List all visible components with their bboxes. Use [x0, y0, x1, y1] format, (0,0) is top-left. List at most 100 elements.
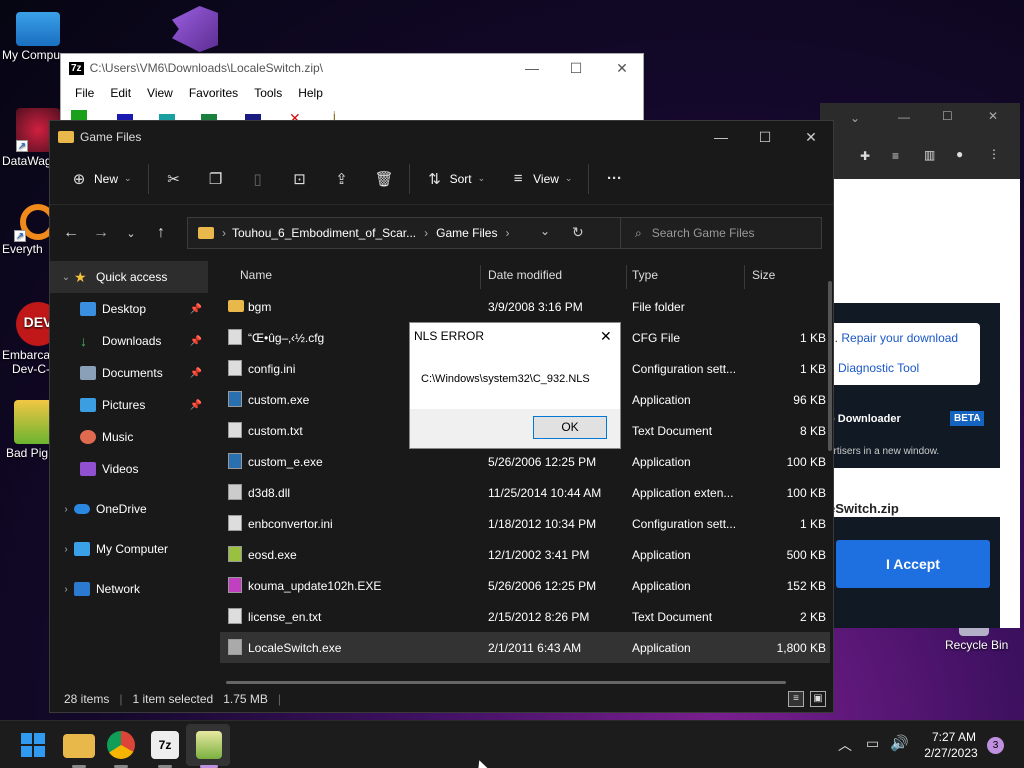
table-row[interactable]: custom_e.exe 5/26/2006 12:25 PM Applicatio… [220, 446, 830, 477]
recent-chevron-icon[interactable]: ⌄ [116, 227, 146, 240]
nav-label: OneDrive [96, 502, 147, 516]
close-icon[interactable]: ✕ [599, 54, 645, 82]
clock-time[interactable]: 7:27 AM [928, 730, 980, 744]
nav-onedrive[interactable]: › OneDrive [50, 493, 208, 525]
delete-button[interactable]: 🗑 [363, 163, 405, 195]
minimize-icon[interactable]: — [509, 54, 555, 82]
tiles-view-icon[interactable]: ▣ [810, 691, 826, 707]
nav-pictures[interactable]: Pictures 📌 [50, 389, 208, 421]
details-view-icon[interactable]: ≡ [788, 691, 804, 707]
touhou-taskbar-icon[interactable] [196, 731, 222, 759]
media-icon[interactable]: ≡ [892, 149, 899, 163]
share-button[interactable]: ⇪ [321, 163, 363, 195]
volume-icon[interactable]: 🔊 [890, 734, 909, 752]
profile-icon[interactable]: ● [956, 147, 963, 161]
menu-icon[interactable]: ⋮ [988, 147, 1000, 161]
search-input[interactable]: ⌕ Search Game Files [620, 217, 822, 249]
menu-edit[interactable]: Edit [102, 86, 139, 100]
nls-error-dialog[interactable]: NLS ERROR ✕ C:\Windows\system32\C_932.NL… [409, 322, 621, 449]
column-divider[interactable] [744, 265, 745, 289]
column-name[interactable]: Name [240, 268, 272, 282]
close-icon[interactable]: ✕ [988, 109, 998, 123]
nav-my-computer[interactable]: › My Computer [50, 533, 208, 565]
file-explorer-icon[interactable] [63, 734, 95, 758]
view-button[interactable]: ≡ View ⌄ [497, 163, 584, 195]
nav-label: Videos [102, 462, 139, 476]
minimize-icon[interactable]: — [698, 121, 744, 153]
menu-tools[interactable]: Tools [246, 86, 290, 100]
chevron-down-icon[interactable]: ⌄ [850, 111, 860, 125]
cell-type: Application [632, 455, 691, 469]
maximize-icon[interactable]: ☐ [942, 109, 953, 123]
maximize-icon[interactable]: ☐ [742, 121, 788, 153]
chevron-up-icon[interactable]: ︿ [838, 735, 852, 755]
close-icon[interactable]: ✕ [600, 323, 612, 349]
table-row[interactable]: kouma_update102h.EXE 5/26/2006 12:25 PM Ap… [220, 570, 830, 601]
close-icon[interactable]: ✕ [788, 121, 834, 153]
dialog-titlebar: NLS ERROR ✕ [410, 323, 620, 351]
status-bar: 28 items | 1 item selected 1.75 MB | ≡ ▣ [50, 686, 833, 712]
minimize-icon[interactable]: — [898, 110, 910, 124]
advertisers-text: ertisers in a new window. [828, 446, 940, 457]
menu-favorites[interactable]: Favorites [181, 86, 246, 100]
network-status-icon[interactable]: ▭ [866, 735, 879, 752]
repair-download-link[interactable]: Repair your download [841, 331, 958, 345]
nav-network[interactable]: › Network [50, 573, 208, 605]
cut-button[interactable]: ✂ [153, 163, 195, 195]
sidepanel-icon[interactable]: ▥ [924, 148, 935, 162]
table-row[interactable]: LocaleSwitch.exe 2/1/2011 6:43 AM Applicat… [220, 632, 830, 663]
column-divider[interactable] [626, 265, 627, 289]
sevenzip-taskbar-icon[interactable]: 7z [151, 731, 179, 759]
maximize-icon[interactable]: ☐ [553, 54, 599, 82]
table-row[interactable]: license_en.txt 2/15/2012 8:26 PM Text Docu… [220, 601, 830, 632]
sevenzip-window[interactable]: 7z C:\Users\VM6\Downloads\LocaleSwitch.z… [60, 53, 644, 128]
cell-date: 5/26/2006 12:25 PM [488, 579, 597, 593]
accept-button[interactable]: I Accept [836, 540, 990, 588]
table-row[interactable]: bgm 3/9/2008 3:16 PM File folder [220, 291, 830, 322]
start-windows-icon[interactable] [17, 729, 49, 761]
chrome-icon[interactable] [107, 731, 135, 759]
back-arrow-icon[interactable]: ← [56, 224, 86, 242]
diagnostic-tool-link[interactable]: d Diagnostic Tool [828, 361, 919, 375]
column-date-modified[interactable]: Date modified [488, 268, 562, 282]
extensions-icon[interactable]: ✚ [860, 149, 870, 163]
sort-button[interactable]: ⇅ Sort ⌄ [414, 163, 498, 195]
address-dropdown-icon[interactable]: ⌄ [540, 224, 550, 238]
paste-button[interactable]: ▯ [237, 163, 279, 195]
more-options-button[interactable]: ··· [593, 163, 635, 195]
table-row[interactable]: d3d8.dll 11/25/2014 10:44 AM Application e… [220, 477, 830, 508]
notification-badge[interactable]: 3 [987, 737, 1004, 754]
refresh-icon[interactable]: ↻ [572, 224, 584, 241]
chevron-down-icon: ⌄ [124, 173, 132, 183]
up-arrow-icon[interactable]: ↑ [146, 224, 176, 242]
menu-help[interactable]: Help [290, 86, 331, 100]
ok-button[interactable]: OK [533, 416, 607, 439]
visual-studio-icon[interactable] [172, 6, 218, 52]
copy-button[interactable]: ❐ [195, 163, 237, 195]
nav-videos[interactable]: Videos [50, 453, 208, 485]
nav-quick-access[interactable]: ⌄ ★ Quick access [50, 261, 208, 293]
nav-label: Network [96, 582, 141, 596]
column-size[interactable]: Size [752, 268, 775, 282]
table-row[interactable]: eosd.exe 12/1/2002 3:41 PM Application 500 … [220, 539, 830, 570]
forward-arrow-icon[interactable]: → [86, 224, 116, 242]
menu-view[interactable]: View [139, 86, 181, 100]
breadcrumb-touhou[interactable]: Touhou_6_Embodiment_of_Scar... [232, 226, 416, 240]
breadcrumb-game-files[interactable]: Game Files [436, 226, 497, 240]
clock-date[interactable]: 2/27/2023 [920, 746, 982, 760]
new-button[interactable]: ⊕ New ⌄ [64, 163, 144, 195]
rename-button[interactable]: ⊡ [279, 163, 321, 195]
nav-music[interactable]: Music [50, 421, 208, 453]
vertical-scrollbar[interactable] [828, 281, 832, 451]
nav-documents[interactable]: Documents 📌 [50, 357, 208, 389]
nav-downloads[interactable]: ↓ Downloads 📌 [50, 325, 208, 357]
nav-desktop[interactable]: Desktop 📌 [50, 293, 208, 325]
menu-file[interactable]: File [67, 86, 102, 100]
browser-window[interactable]: ⌄ — ☐ ✕ ✚ ≡ ▥ ● ⋮ d. Repair your downloa… [820, 103, 1020, 628]
trash-icon: 🗑 [374, 170, 394, 188]
column-type[interactable]: Type [632, 268, 658, 282]
column-divider[interactable] [480, 265, 481, 289]
horizontal-scrollbar[interactable] [226, 681, 786, 684]
table-row[interactable]: enbconvertor.ini 1/18/2012 10:34 PM Config… [220, 508, 830, 539]
address-bar[interactable]: › Touhou_6_Embodiment_of_Scar... › Game … [187, 217, 657, 249]
